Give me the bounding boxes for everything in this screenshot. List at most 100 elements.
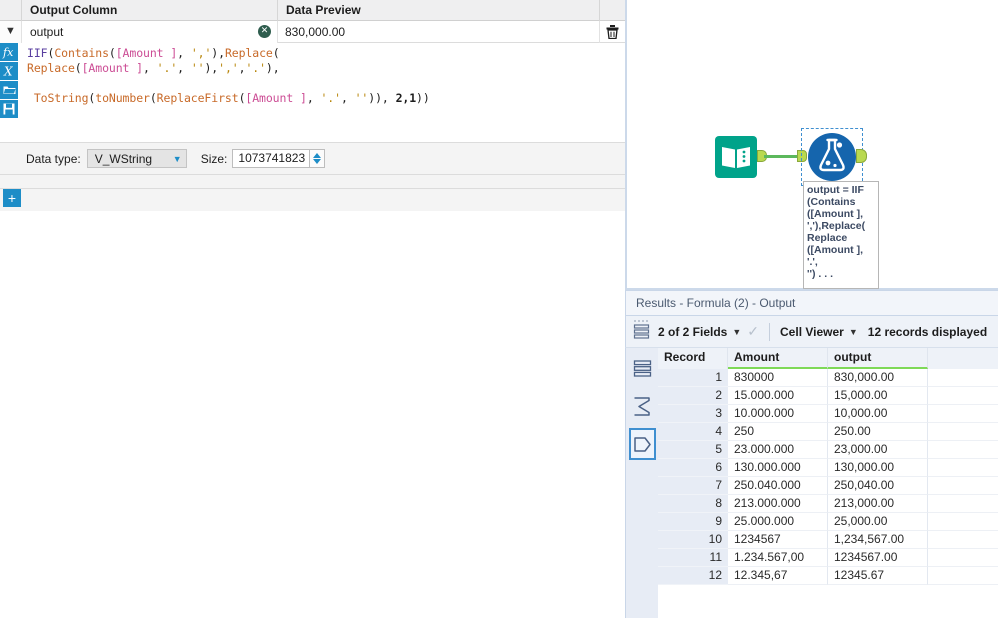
size-input[interactable]: 1073741823 <box>232 149 311 168</box>
formula-expression[interactable]: IIF(Contains([Amount ], ','),Replace(Rep… <box>27 46 617 106</box>
cell-record[interactable]: 7 <box>658 477 728 495</box>
table-row[interactable]: 10 1234567 1,234,567.00 <box>658 531 998 549</box>
formula-token: [Amount ] <box>245 91 307 105</box>
cell-record[interactable]: 11 <box>658 549 728 567</box>
cell-record[interactable]: 6 <box>658 459 728 477</box>
cell-record[interactable]: 8 <box>658 495 728 513</box>
cell-record[interactable]: 3 <box>658 405 728 423</box>
config-empty-area <box>0 211 625 601</box>
cell-output[interactable]: 10,000.00 <box>828 405 928 423</box>
stepper-down-icon[interactable] <box>313 159 322 164</box>
results-panel: Results - Formula (2) - Output 2 of 2 Fi… <box>625 290 998 618</box>
column-header-amount[interactable]: Amount <box>728 348 828 369</box>
output-column-row: ▼ output ✕ 830,000.00 <box>0 20 625 43</box>
header-spacer <box>0 0 22 21</box>
column-header-record[interactable]: Record <box>658 348 728 369</box>
add-expression-button[interactable]: + <box>3 189 21 207</box>
folder-open-icon[interactable] <box>0 81 18 99</box>
table-row[interactable]: 5 23.000.000 23,000.00 <box>658 441 998 459</box>
clear-x-icon[interactable]: ✕ <box>258 25 271 38</box>
size-stepper[interactable] <box>310 149 326 168</box>
formula-token: ReplaceFirst <box>156 91 239 105</box>
annotation-line: (Contains <box>807 196 856 208</box>
cell-record[interactable]: 2 <box>658 387 728 405</box>
table-row[interactable]: 4 250 250.00 <box>658 423 998 441</box>
table-rows-icon[interactable] <box>629 352 656 384</box>
formula-token: ), <box>204 61 219 75</box>
output-shape-icon[interactable] <box>628 428 656 460</box>
annotation-line: ([Amount ], '.', <box>807 244 863 268</box>
cell-amount[interactable]: 1.234.567,00 <box>728 549 828 567</box>
checkmark-icon[interactable]: ✓ <box>747 323 759 340</box>
table-row[interactable]: 7 250.040.000 250,040.00 <box>658 477 998 495</box>
drag-grip-icon[interactable] <box>626 316 658 348</box>
delete-expression-button[interactable] <box>600 21 625 43</box>
cell-output[interactable]: 23,000.00 <box>828 441 928 459</box>
cell-output[interactable]: 213,000.00 <box>828 495 928 513</box>
cell-amount[interactable]: 12.345,67 <box>728 567 828 585</box>
cell-amount[interactable]: 250.040.000 <box>728 477 828 495</box>
cell-record[interactable]: 10 <box>658 531 728 549</box>
table-row[interactable]: 8 213.000.000 213,000.00 <box>658 495 998 513</box>
fx-icon[interactable]: fx <box>0 43 18 61</box>
cell-record[interactable]: 1 <box>658 369 728 387</box>
cell-amount[interactable]: 25.000.000 <box>728 513 828 531</box>
fields-selector[interactable]: 2 of 2 Fields ▼ <box>658 325 745 339</box>
view-mode-selector[interactable]: Cell Viewer ▼ <box>780 325 862 339</box>
variable-x-icon[interactable]: X <box>0 62 18 80</box>
save-disk-icon[interactable] <box>0 100 18 118</box>
save-glyph <box>3 103 15 115</box>
cell-amount[interactable]: 10.000.000 <box>728 405 828 423</box>
cell-output[interactable]: 250.00 <box>828 423 928 441</box>
results-grid[interactable]: Record Amount output 1 830000 830,000.00 2 1… <box>658 348 998 618</box>
formula-token: , <box>306 91 321 105</box>
table-row[interactable]: 2 15.000.000 15,000.00 <box>658 387 998 405</box>
formula-editor-area[interactable]: fx X IIF(Contains([Amount], ','),Replac… <box>0 43 625 143</box>
cell-amount[interactable]: 15.000.000 <box>728 387 828 405</box>
cell-amount[interactable]: 23.000.000 <box>728 441 828 459</box>
cell-record[interactable]: 9 <box>658 513 728 531</box>
cell-amount[interactable]: 130.000.000 <box>728 459 828 477</box>
cell-output[interactable]: 25,000.00 <box>828 513 928 531</box>
table-row[interactable]: 11 1.234.567,00 1234567.00 <box>658 549 998 567</box>
cell-record[interactable]: 12 <box>658 567 728 585</box>
column-header-output[interactable]: output <box>828 348 928 369</box>
cell-record[interactable]: 5 <box>658 441 728 459</box>
cell-amount[interactable]: 1234567 <box>728 531 828 549</box>
output-column-dropdown[interactable]: ▼ <box>0 20 22 43</box>
formula-node-output-port[interactable] <box>856 149 867 163</box>
cell-output[interactable]: 1,234,567.00 <box>828 531 928 549</box>
config-table-header: Output Column Data Preview <box>0 0 625 21</box>
cell-filler <box>928 495 998 513</box>
cell-filler <box>928 567 998 585</box>
formula-node[interactable] <box>803 130 861 184</box>
cell-filler <box>928 477 998 495</box>
table-row[interactable]: 1 830000 830,000.00 <box>658 369 998 387</box>
cell-amount[interactable]: 213.000.000 <box>728 495 828 513</box>
table-row[interactable]: 9 25.000.000 25,000.00 <box>658 513 998 531</box>
cell-amount[interactable]: 250 <box>728 423 828 441</box>
table-row[interactable]: 6 130.000.000 130,000.00 <box>658 459 998 477</box>
table-row[interactable]: 3 10.000.000 10,000.00 <box>658 405 998 423</box>
cell-filler <box>928 549 998 567</box>
stepper-up-icon[interactable] <box>313 153 322 158</box>
output-shape-glyph <box>633 436 651 452</box>
chevron-down-icon: ▼ <box>172 153 182 164</box>
cell-record[interactable]: 4 <box>658 423 728 441</box>
table-row[interactable]: 12 12.345,67 12345.67 <box>658 567 998 585</box>
cell-output[interactable]: 830,000.00 <box>828 369 928 387</box>
cell-output[interactable]: 130,000.00 <box>828 459 928 477</box>
cell-output[interactable]: 12345.67 <box>828 567 928 585</box>
input-node[interactable] <box>715 136 757 178</box>
cell-amount[interactable]: 830000 <box>728 369 828 387</box>
cell-output[interactable]: 250,040.00 <box>828 477 928 495</box>
formula-token: toNumber <box>95 91 150 105</box>
data-type-select[interactable]: V_WString ▼ <box>86 149 187 168</box>
cell-output[interactable]: 15,000.00 <box>828 387 928 405</box>
formula-token: ',' <box>218 61 239 75</box>
summary-sigma-icon[interactable] <box>629 390 656 422</box>
cell-output[interactable]: 1234567.00 <box>828 549 928 567</box>
output-column-name-cell[interactable]: output ✕ <box>22 20 278 43</box>
workflow-canvas[interactable]: output = IIF (Contains ([Amount ], ','),Rep… <box>625 0 998 290</box>
formula-token: Replace <box>27 61 75 75</box>
